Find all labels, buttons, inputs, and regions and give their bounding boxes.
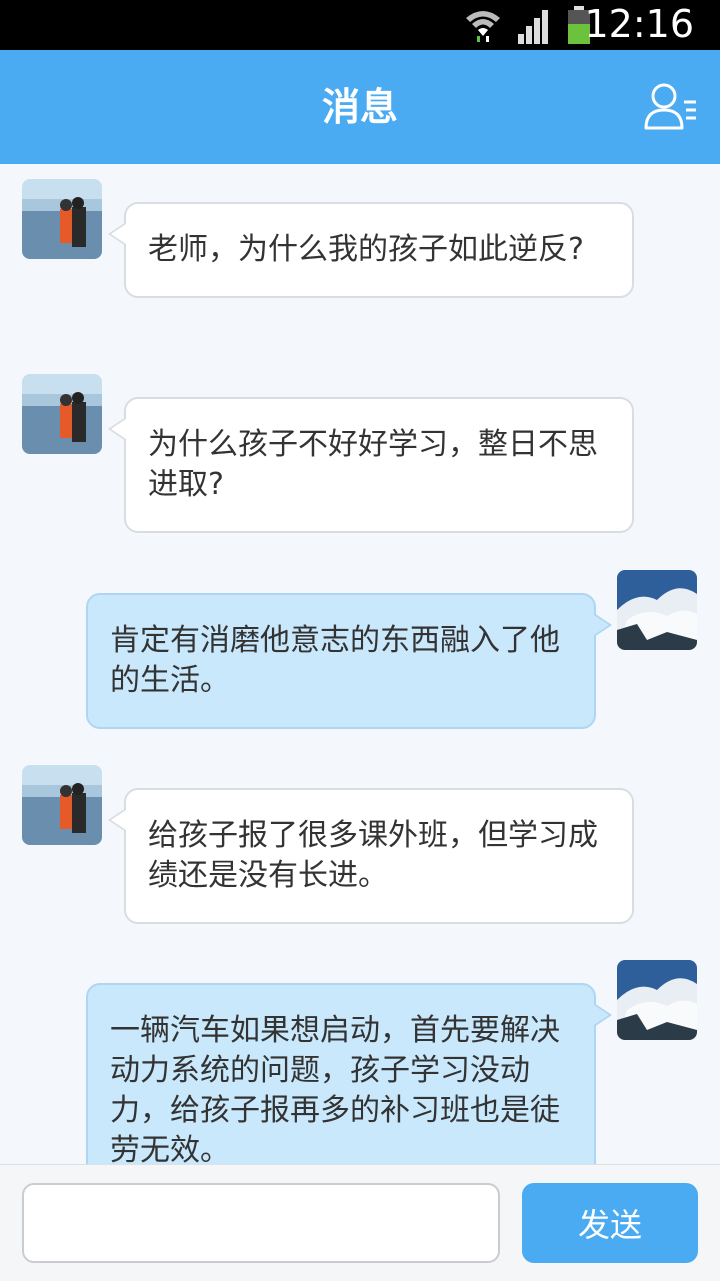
send-button[interactable]: 发送 [522, 1183, 698, 1263]
message-text: 为什么孩子不好好学习，整日不思进取? [148, 427, 598, 502]
avatar-photo [617, 960, 697, 1040]
sender-avatar[interactable] [22, 374, 102, 454]
input-bar: 发送 [0, 1164, 720, 1281]
status-icons [464, 6, 592, 44]
sender-avatar[interactable] [22, 765, 102, 845]
avatar-photo [22, 765, 102, 845]
contacts-button[interactable] [640, 78, 702, 136]
status-bar: 12:16 [0, 0, 720, 50]
message-text: 肯定有消磨他意志的东西融入了他的生活。 [110, 623, 560, 698]
status-time: 12:16 [584, 2, 694, 46]
message-input[interactable] [22, 1183, 500, 1263]
my-avatar[interactable] [617, 570, 697, 650]
message-bubble[interactable]: 肯定有消磨他意志的东西融入了他的生活。 [86, 593, 612, 729]
message-bubble[interactable]: 一辆汽车如果想启动，首先要解决动力系统的问题，孩子学习没动力，给孩子报再多的补习… [86, 983, 612, 1164]
chat-list[interactable]: 老师，为什么我的孩子如此逆反? 为什么孩子不好好学习，整日不思进取? 肯定有消磨… [0, 164, 720, 1164]
avatar-photo [22, 374, 102, 454]
sender-avatar[interactable] [22, 179, 102, 259]
message-bubble[interactable]: 给孩子报了很多课外班，但学习成绩还是没有长进。 [108, 788, 634, 924]
message-text: 一辆汽车如果想启动，首先要解决动力系统的问题，孩子学习没动力，给孩子报再多的补习… [110, 1013, 560, 1164]
my-avatar[interactable] [617, 960, 697, 1040]
message-text: 给孩子报了很多课外班，但学习成绩还是没有长进。 [148, 818, 598, 893]
contacts-icon [644, 83, 696, 130]
message-bubble[interactable]: 老师，为什么我的孩子如此逆反? [108, 202, 634, 298]
signal-icon [518, 10, 548, 44]
avatar-photo [22, 179, 102, 259]
page-title: 消息 [321, 85, 398, 129]
avatar-photo [617, 570, 697, 650]
message-bubble[interactable]: 为什么孩子不好好学习，整日不思进取? [108, 397, 634, 533]
wifi-icon [466, 11, 500, 42]
title-bar: 消息 [0, 50, 720, 164]
message-text: 老师，为什么我的孩子如此逆反? [148, 232, 584, 267]
